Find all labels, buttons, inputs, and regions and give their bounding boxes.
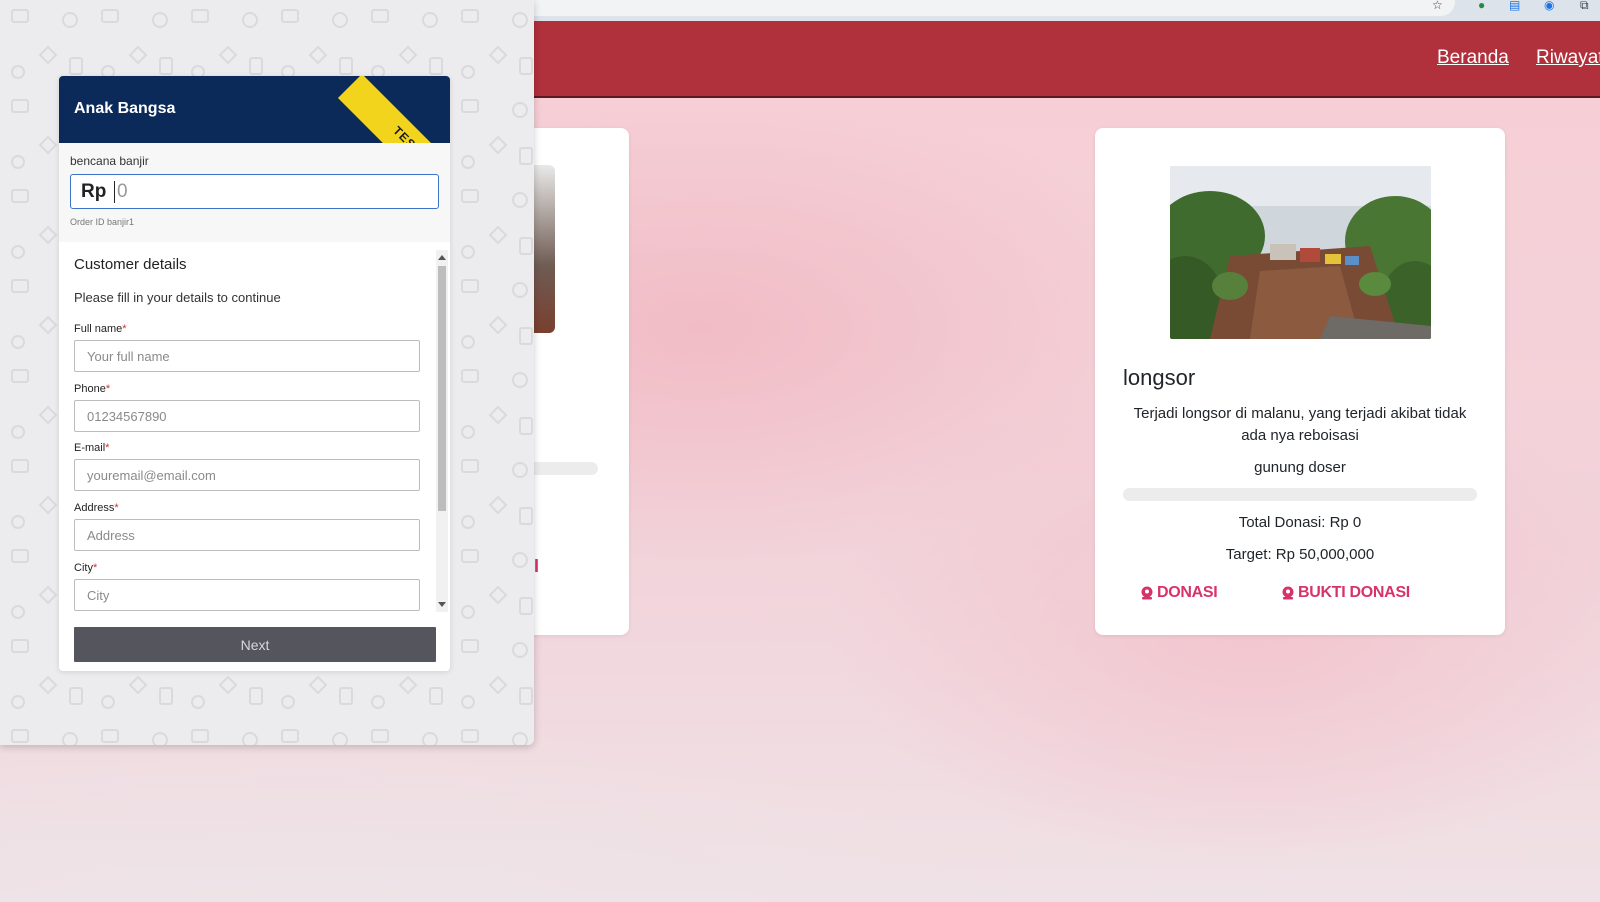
section-subtitle: Please fill in your details to continue xyxy=(74,290,281,305)
email-label-text: E-mail xyxy=(74,442,106,454)
window-icon[interactable]: ⧉ xyxy=(1580,0,1589,11)
donation-proof-label: BUKTI DONASI xyxy=(1298,584,1410,601)
landslide-photo xyxy=(1170,166,1431,339)
nav-link-riwayat[interactable]: Riwayat xyxy=(1536,47,1600,69)
total-donation: Total Donasi: Rp 0 xyxy=(1238,514,1362,531)
scroll-up-icon[interactable] xyxy=(438,255,446,260)
donation-proof-button[interactable]: BUKTI DONASI xyxy=(1281,584,1410,602)
email-field[interactable] xyxy=(74,459,420,491)
city-label-text: City xyxy=(74,562,93,574)
campaign-location: gunung doser xyxy=(1254,459,1346,476)
order-id: Order ID banjir1 xyxy=(70,217,135,227)
campaign-image xyxy=(1170,166,1431,339)
email-label: E-mail* xyxy=(74,442,109,454)
order-summary: bencana banjir Rp 0 Order ID banjir1 xyxy=(59,143,450,242)
scroll-down-icon[interactable] xyxy=(438,602,446,607)
payment-card: Anak Bangsa TEST bencana banjir Rp 0 Ord… xyxy=(59,76,450,671)
scroll-thumb[interactable] xyxy=(438,266,446,511)
next-button[interactable]: Next xyxy=(74,627,436,662)
required-mark: * xyxy=(92,562,98,574)
donation-target: Target: Rp 50,000,000 xyxy=(1225,546,1375,563)
form-scrollbar[interactable] xyxy=(436,250,448,612)
phone-label: Phone* xyxy=(74,383,110,395)
currency-prefix: Rp xyxy=(81,181,107,202)
required-mark: * xyxy=(105,383,111,395)
donate-button-label: DONASI xyxy=(1157,584,1218,601)
customer-details-form: Customer details Please fill in your det… xyxy=(59,242,450,614)
star-icon[interactable]: ☆ xyxy=(1432,0,1443,11)
proof-link-left[interactable]: I xyxy=(534,556,539,577)
city-label: City* xyxy=(74,562,97,574)
campaign-card: longsor Terjadi longsor di malanu, yang … xyxy=(1095,128,1505,635)
amount-input[interactable]: Rp 0 xyxy=(70,174,439,209)
required-mark: * xyxy=(122,323,127,335)
address-label-text: Address xyxy=(74,502,115,514)
address-bar[interactable] xyxy=(520,0,1455,16)
required-mark: * xyxy=(105,442,110,454)
map-pin-icon xyxy=(1282,586,1294,600)
campaign-title: longsor xyxy=(1123,365,1196,390)
progress-bar-left xyxy=(530,462,598,475)
full-name-field[interactable] xyxy=(74,340,420,372)
nav-link-beranda[interactable]: Beranda xyxy=(1437,47,1509,69)
address-field[interactable] xyxy=(74,519,420,551)
full-name-label-text: Full name xyxy=(74,323,123,335)
item-name: bencana banjir xyxy=(70,154,149,168)
donation-progress-bar xyxy=(1123,488,1477,501)
section-title: Customer details xyxy=(74,256,187,273)
donate-button[interactable]: DONASI xyxy=(1140,584,1218,602)
payment-popup: Anak Bangsa TEST bencana banjir Rp 0 Ord… xyxy=(0,0,534,745)
phone-field[interactable] xyxy=(74,400,420,432)
city-field[interactable] xyxy=(74,579,420,611)
map-pin-icon xyxy=(1141,586,1153,600)
payment-header: Anak Bangsa TEST xyxy=(59,76,450,222)
required-mark: * xyxy=(114,502,119,514)
doc-icon[interactable]: ▤ xyxy=(1509,0,1520,11)
amount-value[interactable]: 0 xyxy=(114,181,128,203)
extension-icon[interactable]: ● xyxy=(1478,0,1485,11)
phone-label-text: Phone xyxy=(74,383,106,395)
campaign-description: Terjadi longsor di malanu, yang terjadi … xyxy=(1133,405,1467,444)
profile-icon[interactable]: ◉ xyxy=(1544,0,1554,11)
address-label: Address* xyxy=(74,502,119,514)
merchant-name: Anak Bangsa xyxy=(74,100,176,117)
full-name-label: Full name* xyxy=(74,323,127,335)
